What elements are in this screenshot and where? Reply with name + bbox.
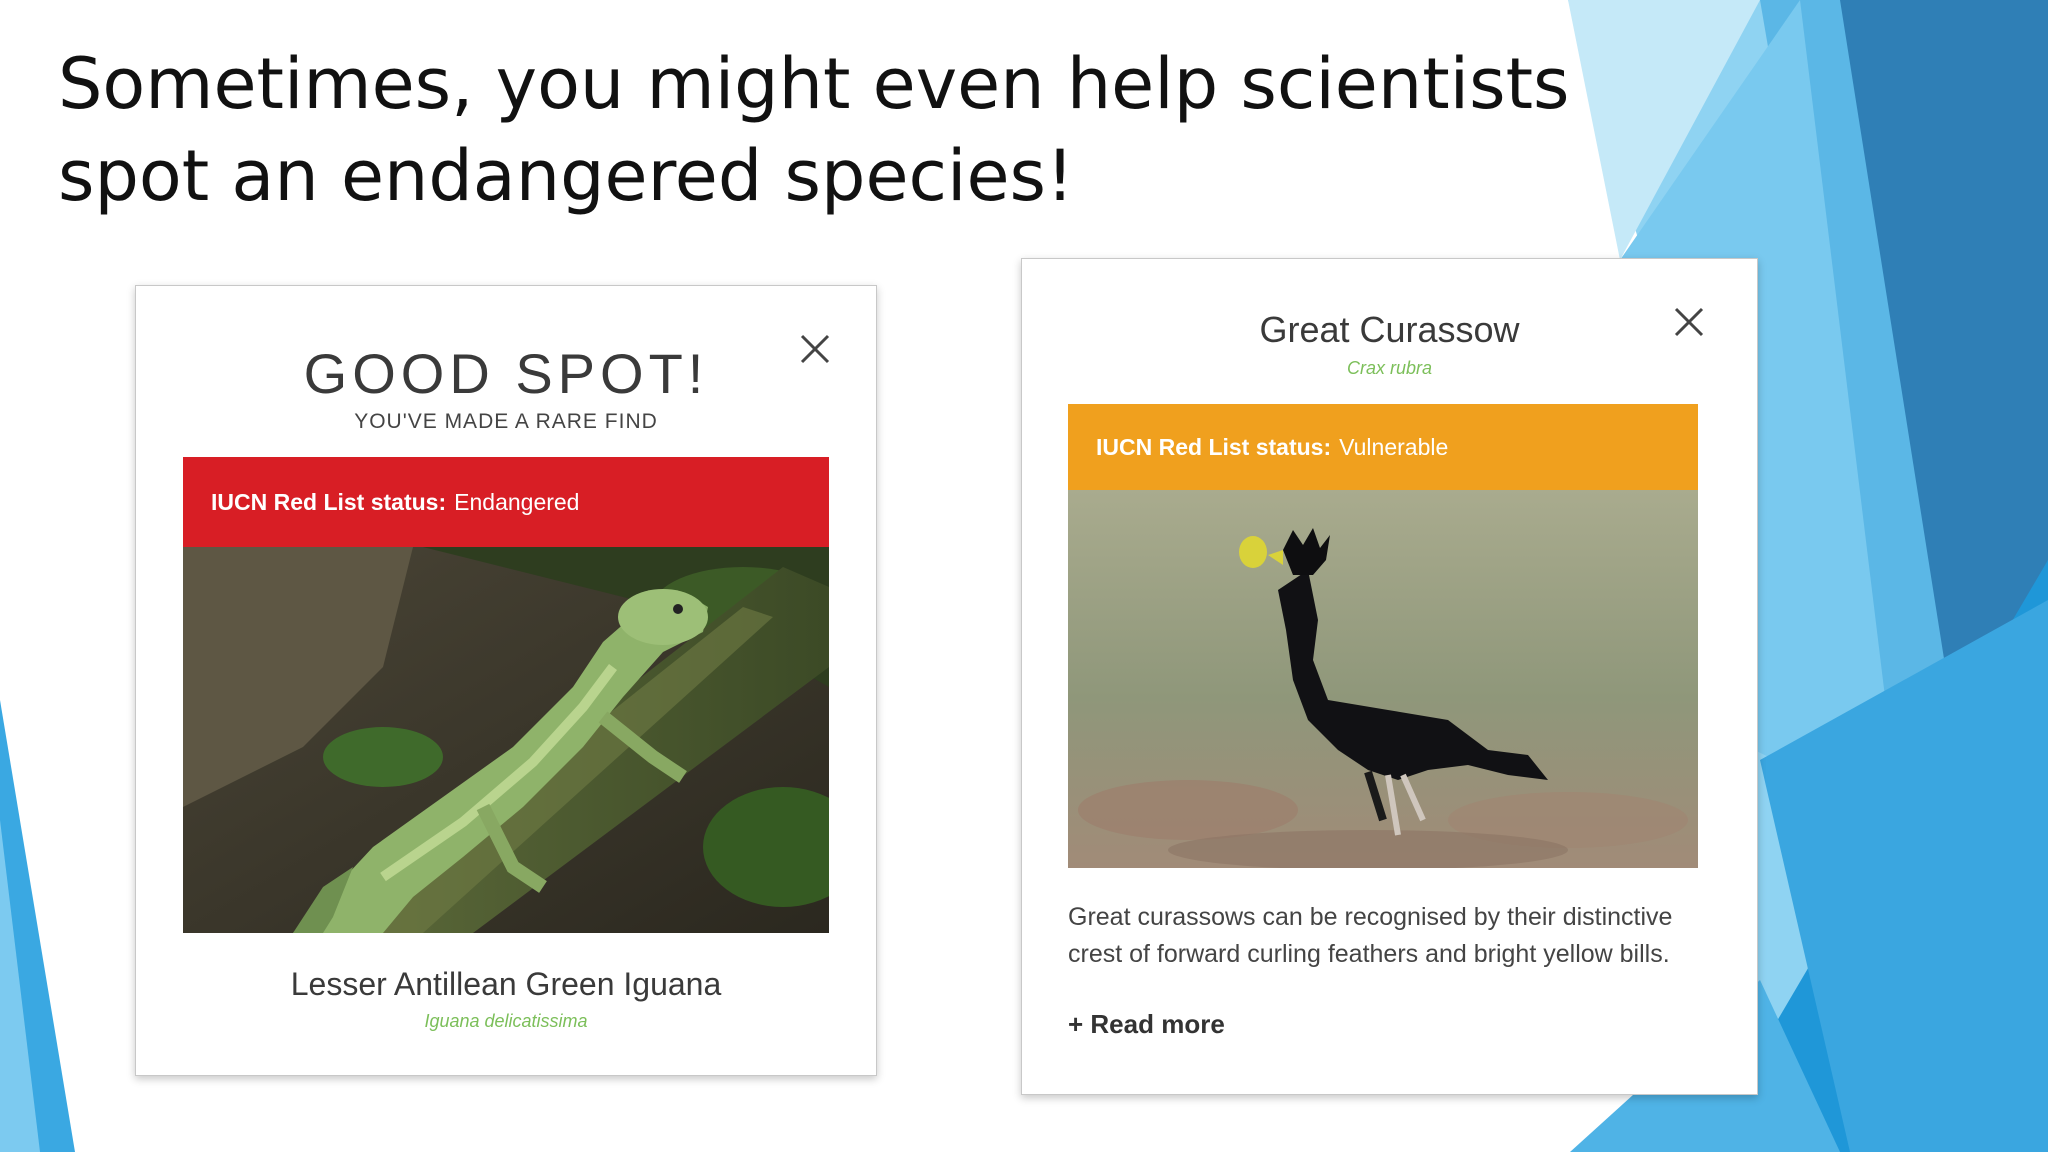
status-label: IUCN Red List status:	[211, 488, 447, 515]
species-photo	[183, 547, 829, 933]
species-common-name: Lesser Antillean Green Iguana	[290, 966, 722, 1002]
species-info-card: Great Curassow Crax rubra IUCN Red List …	[1021, 258, 1758, 1095]
species-common-name: Great Curassow	[1259, 309, 1520, 350]
status-value: Vulnerable	[1339, 433, 1449, 460]
iguana-photo-illustration	[183, 547, 829, 933]
status-label: IUCN Red List status:	[1096, 433, 1332, 460]
status-banner-vulnerable: IUCN Red List status: Vulnerable	[1068, 404, 1698, 490]
card-subheading: YOU'VE MADE A RARE FIND	[354, 410, 658, 433]
presentation-slide: Sometimes, you might even help scientist…	[0, 0, 2048, 1152]
species-photo	[1068, 490, 1698, 868]
species-description: Great curassows can be recognised by the…	[1068, 903, 1673, 968]
slide-title: Sometimes, you might even help scientist…	[58, 43, 1570, 217]
curassow-photo-illustration	[1068, 490, 1698, 868]
status-banner-endangered: IUCN Red List status: Endangered	[183, 457, 829, 547]
status-value: Endangered	[454, 488, 580, 515]
card-heading: GOOD SPOT!	[303, 342, 709, 405]
rare-find-card: GOOD SPOT! YOU'VE MADE A RARE FIND IUCN …	[135, 285, 877, 1076]
species-scientific-name: Iguana delicatissima	[424, 1011, 588, 1031]
species-scientific-name: Crax rubra	[1346, 358, 1433, 378]
read-more-link[interactable]: + Read more	[1068, 1009, 1225, 1040]
